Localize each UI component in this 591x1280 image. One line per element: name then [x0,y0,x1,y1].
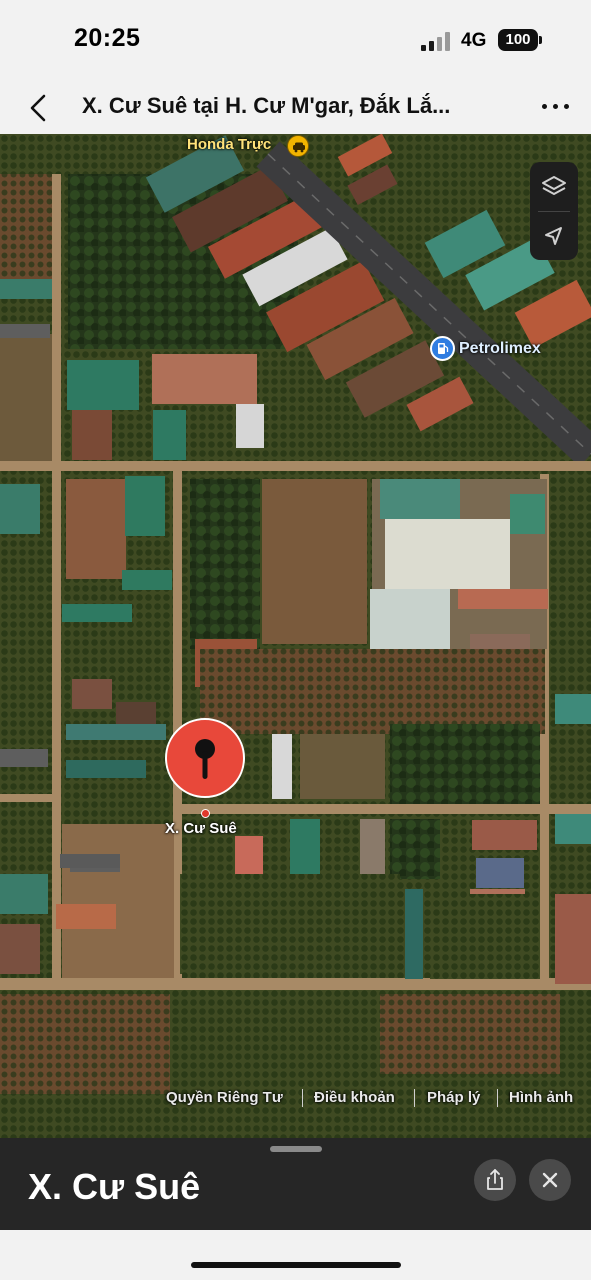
ellipsis-dot [553,104,558,109]
back-button[interactable] [22,88,56,128]
legal-separator [302,1089,303,1107]
satellite-map[interactable]: Honda Trực Petrolimex X. Cư Suê Quyền Ri… [0,134,591,1138]
current-location-button[interactable] [530,212,578,260]
map-controls [530,162,578,260]
legal-separator [414,1089,415,1107]
more-options-button[interactable] [538,92,572,122]
page-title: X. Cư Suê tại H. Cư M'gar, Đắk Lắ... [82,93,451,118]
share-icon [487,1169,503,1190]
pin-label[interactable]: X. Cư Suê [165,820,237,837]
navigation-bar: X. Cư Suê tại H. Cư M'gar, Đắk Lắ... [0,80,591,134]
battery-level: 100 [498,29,538,51]
petrolimex-label[interactable]: Petrolimex [459,340,541,358]
location-arrow-icon [545,227,562,245]
status-bar: 20:25 4G 100 [0,0,591,80]
battery-icon [539,36,542,44]
home-indicator[interactable] [191,1262,401,1268]
car-icon[interactable] [287,135,309,157]
safe-area [0,1230,591,1280]
sheet-grabber[interactable] [270,1146,322,1152]
legal-link[interactable]: Pháp lý [427,1089,480,1106]
car-glyph [293,142,305,153]
place-title: X. Cư Suê [28,1166,201,1207]
map-pin-icon [165,718,245,798]
map-layers-button[interactable] [530,163,578,211]
ellipsis-dot [564,104,569,109]
close-icon [542,1172,558,1188]
status-time: 20:25 [74,24,141,52]
close-button[interactable] [529,1159,571,1201]
chevron-left-icon [30,94,46,122]
place-sheet[interactable]: X. Cư Suê [0,1138,591,1230]
imagery-link[interactable]: Hình ảnh [509,1089,573,1106]
ellipsis-icon [542,104,547,109]
map-layers-icon [542,176,566,195]
privacy-link[interactable]: Quyền Riêng Tư [166,1089,283,1106]
signal-strength-icon [421,31,455,51]
fuel-station-icon[interactable] [430,336,455,361]
honda-truc-label[interactable]: Honda Trực [187,136,271,153]
terms-link[interactable]: Điều khoản [314,1089,395,1106]
fuel-pump-glyph [438,343,449,354]
share-button[interactable] [474,1159,516,1201]
legal-separator [497,1089,498,1107]
location-pin[interactable] [164,717,246,799]
network-type: 4G [461,30,487,51]
pin-anchor-dot [201,809,210,818]
satellite-imagery [0,134,591,1138]
